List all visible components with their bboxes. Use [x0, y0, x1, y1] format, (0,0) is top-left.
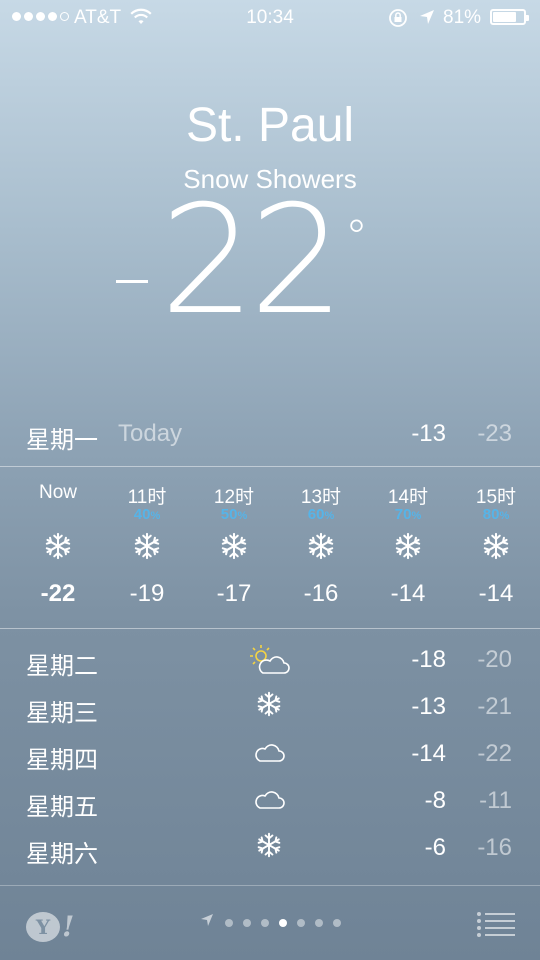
battery-percent: 81%: [443, 7, 482, 28]
day-high: -8: [424, 787, 446, 814]
precip-chance: 70%: [394, 506, 422, 523]
hour-label: 12时: [213, 487, 255, 508]
daily-row: 星期二 -18 -20: [0, 644, 540, 691]
rotation-lock-icon: [388, 8, 408, 34]
precip-chance: 80%: [482, 506, 510, 523]
snowflake-icon: [244, 832, 294, 866]
location-arrow-icon: [199, 912, 215, 933]
hourly-item: 11时 40% -19: [107, 482, 187, 608]
day-low: -11: [479, 787, 512, 814]
hour-label: 14时: [387, 487, 429, 508]
minus-sign: [116, 280, 148, 283]
today-day: 星期一: [26, 427, 98, 454]
day-high: -13: [411, 693, 446, 720]
day-low: -22: [477, 740, 512, 767]
day-name: 星期二: [26, 653, 98, 680]
day-name: 星期三: [26, 700, 98, 727]
day-high: -14: [411, 740, 446, 767]
hour-label: 13时: [300, 487, 342, 508]
daily-forecast: 星期二 -18 -20 星期三 -13 -21 星期四 -14 -22 星期五 -8 -11 星期六 -6…: [0, 644, 540, 879]
page-dot[interactable]: [225, 918, 233, 927]
city-name: St. Paul: [185, 99, 355, 152]
hour-temp: -16: [303, 580, 339, 607]
partly-sunny-icon: [244, 644, 294, 684]
hourly-item: Now -22: [18, 482, 98, 608]
day-high: -6: [424, 834, 446, 861]
precip-chance: 40%: [133, 506, 161, 523]
cloud-icon: [244, 738, 294, 772]
day-name: 星期六: [26, 841, 98, 868]
snowflake-icon: [244, 691, 294, 725]
snowflake-icon: [194, 528, 274, 574]
city-list-icon[interactable]: [476, 910, 516, 940]
snowflake-icon: [456, 528, 536, 574]
today-low: -23: [477, 420, 512, 447]
cloud-icon: [244, 785, 294, 819]
hour-temp: -19: [129, 580, 165, 607]
hour-label: Now: [38, 482, 77, 503]
hourly-item: 15时 80% -14: [456, 482, 536, 608]
page-dot[interactable]: [315, 918, 323, 927]
current-temperature: 22 °: [0, 186, 540, 346]
status-bar: AT&T 10:34 81%: [0, 0, 540, 36]
day-name: 星期五: [26, 794, 98, 821]
degree-symbol: °: [345, 210, 368, 264]
battery-icon: [490, 9, 529, 25]
snowflake-icon: [107, 528, 187, 574]
hour-temp: -17: [216, 580, 252, 607]
hour-label: 15时: [475, 487, 517, 508]
today-label: Today: [118, 420, 183, 447]
hourly-item: 12时 50% -17: [194, 482, 274, 608]
bottom-bar: Y!: [0, 886, 540, 960]
precip-chance: 60%: [307, 506, 335, 523]
temperature-value: 22: [160, 174, 345, 348]
precip-chance: [18, 506, 98, 528]
day-low: -16: [477, 834, 512, 861]
daily-row: 星期六 -6 -16: [0, 832, 540, 879]
location-arrow-icon: [418, 8, 436, 32]
page-dot[interactable]: [279, 918, 287, 927]
page-indicator[interactable]: [0, 912, 540, 933]
divider: [0, 628, 540, 629]
page-dot[interactable]: [297, 918, 305, 927]
day-high: -18: [411, 646, 446, 673]
page-dot[interactable]: [243, 918, 251, 927]
hourly-item: 14时 70% -14: [368, 482, 448, 608]
page-dot[interactable]: [261, 918, 269, 927]
today-high: -13: [411, 420, 446, 447]
hour-temp: -14: [478, 580, 514, 607]
daily-row: 星期三 -13 -21: [0, 691, 540, 738]
hour-label: 11时: [127, 487, 167, 508]
daily-row: 星期四 -14 -22: [0, 738, 540, 785]
daily-row: 星期五 -8 -11: [0, 785, 540, 832]
hour-temp: -22: [40, 580, 76, 607]
day-low: -20: [477, 646, 512, 673]
hour-temp: -14: [390, 580, 426, 607]
hourly-forecast[interactable]: Now -22 11时 40% -19 12时 50% -17 13时 60% -16 14时 70% -…: [0, 482, 540, 612]
today-summary-row: 星期一 Today -13 -23: [0, 420, 540, 456]
divider: [0, 466, 540, 467]
page-dot[interactable]: [333, 918, 341, 927]
snowflake-icon: [281, 528, 361, 574]
snowflake-icon: [18, 528, 98, 574]
precip-chance: 50%: [220, 506, 248, 523]
day-low: -21: [477, 693, 512, 720]
hourly-item: 13时 60% -16: [281, 482, 361, 608]
day-name: 星期四: [26, 747, 98, 774]
snowflake-icon: [368, 528, 448, 574]
